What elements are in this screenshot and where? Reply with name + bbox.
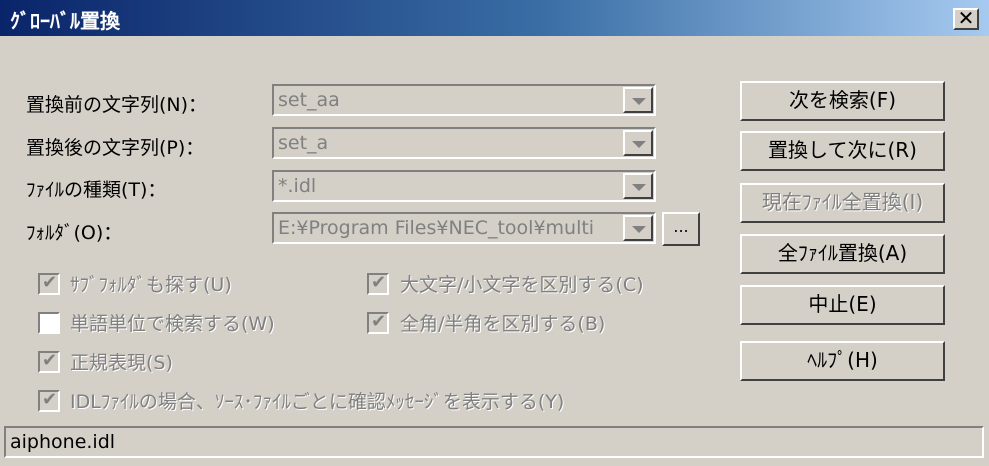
- chevron-down-icon[interactable]: [623, 130, 653, 156]
- chevron-down-icon[interactable]: [623, 87, 653, 113]
- confirm-idl-label: IDLﾌｧｲﾙの場合、ｿｰｽ･ﾌｧｲﾙごとに確認ﾒｯｾｰｼﾞを表示する(Y): [70, 391, 565, 413]
- status-text: aiphone.idl: [10, 431, 116, 453]
- replace-input[interactable]: set_a: [278, 132, 618, 154]
- match-width-checkbox[interactable]: ✔: [367, 311, 389, 334]
- replace-all-files-button[interactable]: 全ﾌｧｲﾙ置換(A): [740, 234, 945, 274]
- cancel-button[interactable]: 中止(E): [740, 285, 945, 325]
- find-next-button[interactable]: 次を検索(F): [740, 81, 945, 121]
- folder-combo[interactable]: E:¥Program Files¥NEC_tool¥multi: [272, 212, 656, 244]
- match-case-label: 大文字/小文字を区別する(C): [400, 274, 644, 296]
- whole-word-checkbox[interactable]: [38, 312, 60, 334]
- replace-next-button[interactable]: 置換して次に(R): [740, 131, 945, 171]
- title-bar: ｸﾞﾛｰﾊﾞﾙ置換 ✕: [0, 0, 989, 36]
- filetype-combo[interactable]: *.idl: [272, 170, 656, 202]
- chevron-down-icon[interactable]: [623, 173, 653, 199]
- folder-label: ﾌｫﾙﾀﾞ(O)：: [26, 222, 123, 244]
- regex-label: 正規表現(S): [70, 352, 173, 374]
- regex-checkbox[interactable]: ✔: [38, 350, 60, 373]
- folder-input[interactable]: E:¥Program Files¥NEC_tool¥multi: [278, 217, 618, 239]
- replace-all-current-button[interactable]: 現在ﾌｧｲﾙ全置換(I): [740, 183, 945, 223]
- filetype-label: ﾌｧｲﾙの種類(T)：: [26, 179, 167, 201]
- find-combo[interactable]: set_aa: [272, 84, 656, 116]
- subfolders-checkbox[interactable]: ✔: [38, 272, 60, 295]
- replace-combo[interactable]: set_a: [272, 127, 656, 159]
- help-button[interactable]: ﾍﾙﾌﾟ(H): [740, 341, 945, 381]
- find-input[interactable]: set_aa: [278, 89, 618, 111]
- check-icon: ✔: [371, 311, 387, 332]
- check-icon: ✔: [371, 272, 387, 293]
- chevron-down-icon[interactable]: [623, 215, 653, 241]
- window-title: ｸﾞﾛｰﾊﾞﾙ置換: [10, 9, 120, 33]
- browse-button[interactable]: ...: [662, 212, 700, 246]
- confirm-idl-checkbox[interactable]: ✔: [38, 389, 60, 412]
- check-icon: ✔: [42, 389, 58, 410]
- match-width-label: 全角/半角を区別する(B): [400, 313, 606, 335]
- subfolders-label: ｻﾌﾞﾌｫﾙﾀﾞも探す(U): [70, 274, 232, 296]
- match-case-checkbox[interactable]: ✔: [367, 272, 389, 295]
- status-bar: aiphone.idl: [4, 426, 984, 458]
- check-icon: ✔: [42, 272, 58, 293]
- check-icon: ✔: [42, 350, 58, 371]
- replace-label: 置換後の文字列(P)：: [26, 137, 205, 159]
- close-button[interactable]: ✕: [953, 8, 979, 30]
- close-icon: ✕: [957, 6, 975, 30]
- whole-word-label: 単語単位で検索する(W): [70, 313, 275, 335]
- find-label: 置換前の文字列(N)：: [26, 94, 208, 116]
- filetype-input[interactable]: *.idl: [278, 175, 618, 197]
